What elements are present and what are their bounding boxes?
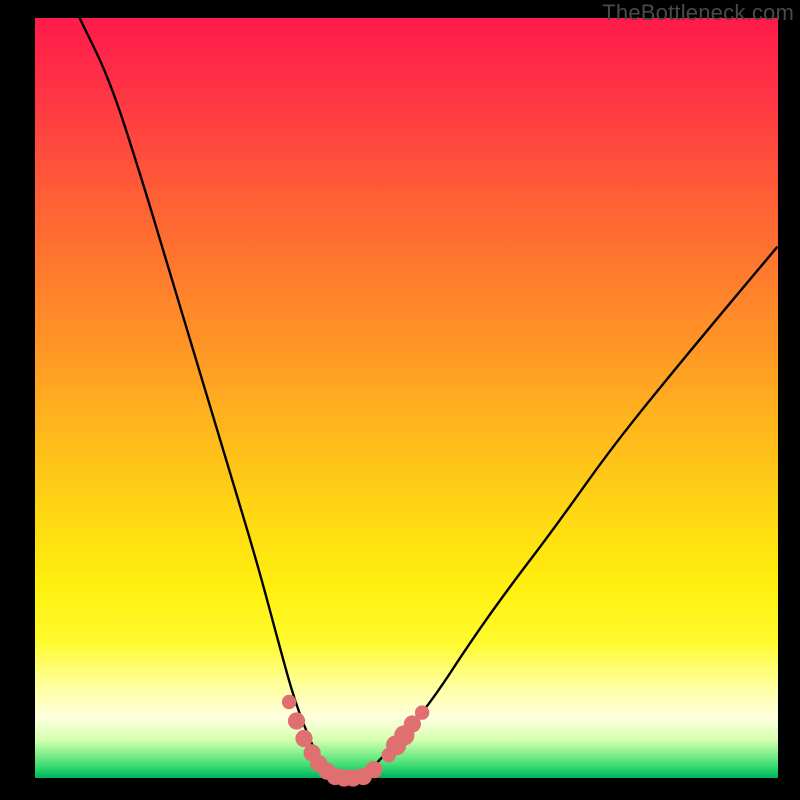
watermark-text: TheBottleneck.com xyxy=(602,0,794,26)
curve-marker xyxy=(295,730,312,747)
curve-marker xyxy=(288,712,305,729)
curve-marker xyxy=(365,761,382,778)
curve-line xyxy=(80,18,778,778)
plot-area xyxy=(35,18,778,778)
chart-frame: TheBottleneck.com xyxy=(0,0,800,800)
curve-markers xyxy=(282,695,429,787)
bottleneck-curve xyxy=(35,18,778,778)
curve-marker xyxy=(282,695,296,709)
curve-marker xyxy=(415,705,429,719)
